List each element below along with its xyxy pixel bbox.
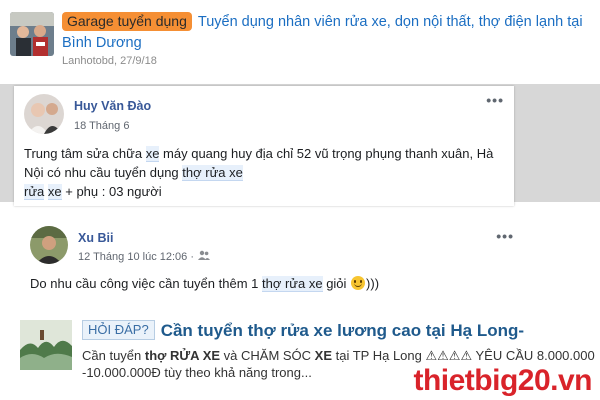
post-text-part: ))) [366, 276, 380, 291]
search-highlight: thợ rửa xe [182, 165, 243, 181]
post-text: Trung tâm sửa chữa xe máy quang huy địa … [24, 144, 504, 201]
thread-meta: Lanhotobd, 27/9/18 [62, 55, 157, 67]
snippet-bold: RỬA XE [166, 348, 221, 363]
post-date[interactable]: 18 Tháng 6 [74, 120, 129, 132]
thread-row[interactable]: Garage tuyển dụng Tuyển dụng nhân viên rử… [0, 0, 600, 84]
post-text-part: Trung tâm sửa chữa [24, 146, 146, 161]
post-author-name[interactable]: Xu Bii [78, 231, 113, 245]
thread-author-avatar[interactable] [10, 12, 54, 56]
post-text: Do nhu cầu công việc cần tuyển thêm 1 th… [30, 274, 510, 293]
qa-badge[interactable]: HỎI ĐÁP? [82, 320, 155, 340]
post-text-part: Do nhu cầu công việc cần tuyển thêm 1 [30, 276, 262, 291]
result-thumbnail[interactable] [20, 320, 72, 370]
avatar[interactable] [30, 226, 68, 264]
post-text-part: giỏi [322, 276, 351, 291]
more-options-icon[interactable]: ••• [486, 92, 504, 108]
search-highlight: thợ rửa xe [261, 276, 323, 292]
result-title-line[interactable]: HỎI ĐÁP? Cần tuyển thợ rửa xe lương cao t… [82, 320, 524, 341]
post-card-2: Xu Bii 12 Tháng 10 lúc 12:06 · ••• Do nh… [14, 210, 524, 310]
search-highlight: xe [47, 184, 62, 200]
post-date-row: 12 Tháng 10 lúc 12:06 · [78, 250, 210, 263]
friends-audience-icon[interactable] [198, 250, 210, 263]
post-date[interactable]: 12 Tháng 10 lúc 12:06 · [78, 251, 194, 263]
search-highlight: rửa [24, 184, 45, 200]
watermark: thietbig20.vn [413, 364, 592, 397]
snippet-bold: thợ [144, 348, 167, 363]
post-card-1: Huy Văn Đào 18 Tháng 6 ••• Trung tâm sửa… [14, 86, 514, 206]
thread-title-line[interactable]: Garage tuyển dụng Tuyển dụng nhân viên rử… [62, 12, 597, 54]
smile-emoji-icon [351, 276, 366, 290]
search-highlight: xe [145, 146, 160, 162]
post-author-name[interactable]: Huy Văn Đào [74, 99, 151, 113]
snippet-part: Cần tuyển [82, 348, 145, 363]
post-text-part: + phụ : 03 người [61, 184, 162, 199]
result-title[interactable]: Cần tuyển thợ rửa xe lương cao tại Hạ Lo… [161, 321, 524, 340]
snippet-bold: XE [314, 348, 333, 363]
more-options-icon[interactable]: ••• [496, 228, 514, 244]
avatar[interactable] [24, 94, 64, 134]
thread-prefix-badge[interactable]: Garage tuyển dụng [62, 12, 192, 31]
snippet-part: và CHĂM SÓC [220, 348, 315, 363]
